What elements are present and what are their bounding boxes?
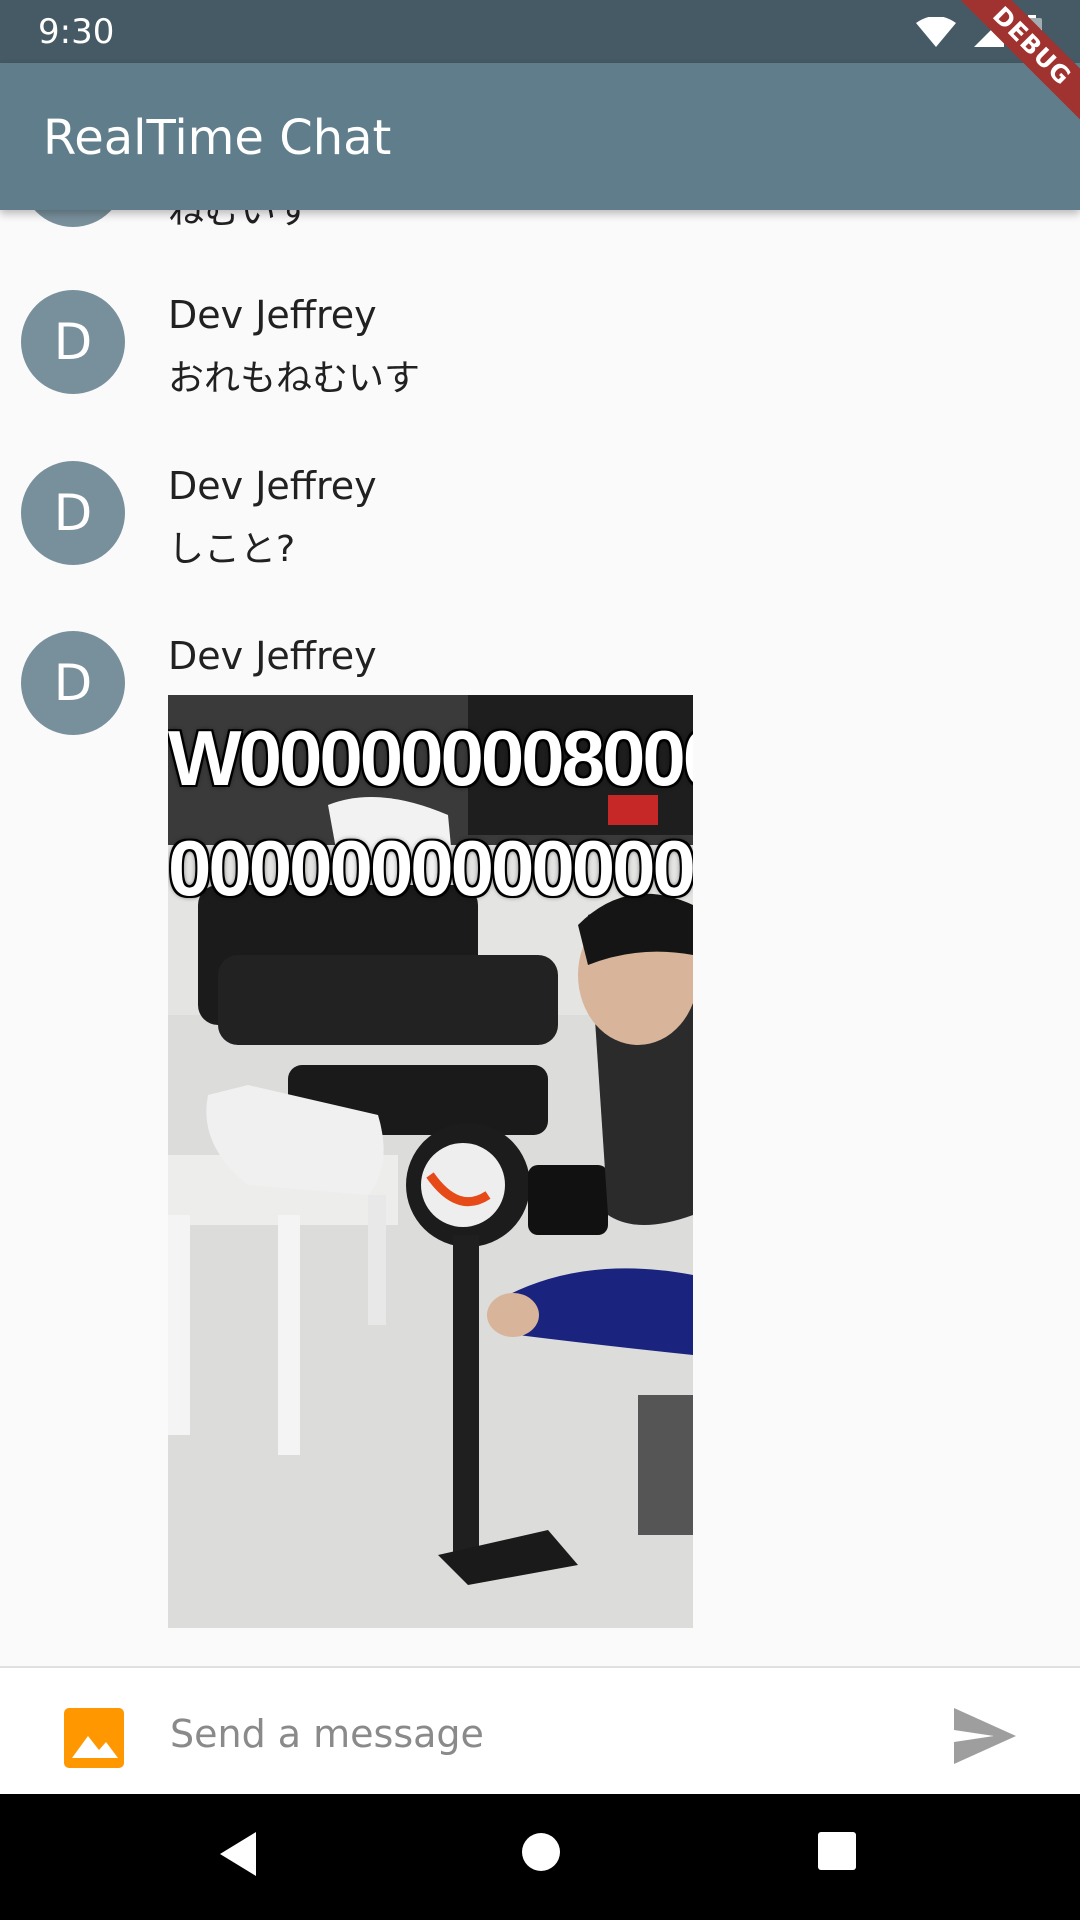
message-input[interactable] — [168, 1698, 912, 1770]
home-icon[interactable] — [519, 1830, 563, 1874]
sender-name: Dev Jeffrey — [168, 464, 377, 508]
image-caption-line-1: W0000000080000 — [168, 714, 693, 802]
message-list[interactable]: D ねむいす D Dev Jeffrey おれもねむいす D Dev Jeffr… — [0, 210, 1080, 1666]
avatar: D — [21, 210, 125, 227]
avatar: D — [21, 290, 125, 394]
back-icon[interactable] — [216, 1830, 260, 1878]
image-caption-line-2: 00000000000000 — [168, 824, 693, 912]
app-bar: RealTime Chat — [0, 63, 1080, 210]
avatar: D — [21, 461, 125, 565]
sender-name: Dev Jeffrey — [168, 293, 377, 337]
recents-icon[interactable] — [816, 1830, 858, 1872]
message-image[interactable]: W0000000080000 00000000000000 — [168, 695, 693, 1628]
message-text: しこと? — [168, 529, 296, 570]
message-text: おれもねむいす — [168, 358, 421, 399]
status-bar: 9:30 — [0, 0, 1080, 63]
wifi-icon — [916, 17, 956, 47]
message-composer — [0, 1666, 1080, 1796]
app-title: RealTime Chat — [43, 110, 392, 166]
system-nav-bar — [0, 1794, 1080, 1920]
avatar: D — [21, 631, 125, 735]
send-icon[interactable] — [954, 1708, 1016, 1764]
status-time: 9:30 — [38, 12, 115, 52]
image-icon[interactable] — [60, 1704, 128, 1772]
sender-name: Dev Jeffrey — [168, 634, 377, 678]
message-text: ねむいす — [168, 210, 313, 232]
